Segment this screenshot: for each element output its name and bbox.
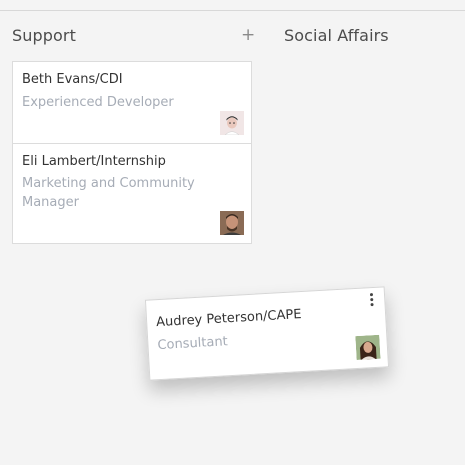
- kanban-card-beth-evans[interactable]: Beth Evans/CDI Experienced Developer: [12, 61, 252, 144]
- card-title: Eli Lambert/Internship: [22, 154, 166, 169]
- plus-icon[interactable]: +: [241, 26, 255, 44]
- kebab-menu-icon[interactable]: [369, 293, 375, 308]
- top-divider: [0, 10, 465, 11]
- column-title-support: Support: [12, 26, 76, 45]
- card-job-title: Consultant: [157, 334, 229, 354]
- card-title: Audrey Peterson/CAPE: [155, 307, 302, 331]
- avatar: [220, 211, 244, 235]
- avatar: [220, 111, 244, 135]
- card-title: Beth Evans/CDI: [22, 72, 123, 87]
- column-title-social-affairs: Social Affairs: [284, 26, 389, 45]
- card-job-title-line2: Manager: [22, 195, 79, 210]
- kanban-card-eli-lambert[interactable]: Eli Lambert/Internship Marketing and Com…: [12, 143, 252, 244]
- avatar: [355, 334, 381, 361]
- card-job-title: Experienced Developer: [22, 95, 174, 110]
- card-job-title-line1: Marketing and Community: [22, 176, 195, 191]
- dragged-kanban-card-audrey-peterson[interactable]: Audrey Peterson/CAPE Consultant: [144, 286, 390, 381]
